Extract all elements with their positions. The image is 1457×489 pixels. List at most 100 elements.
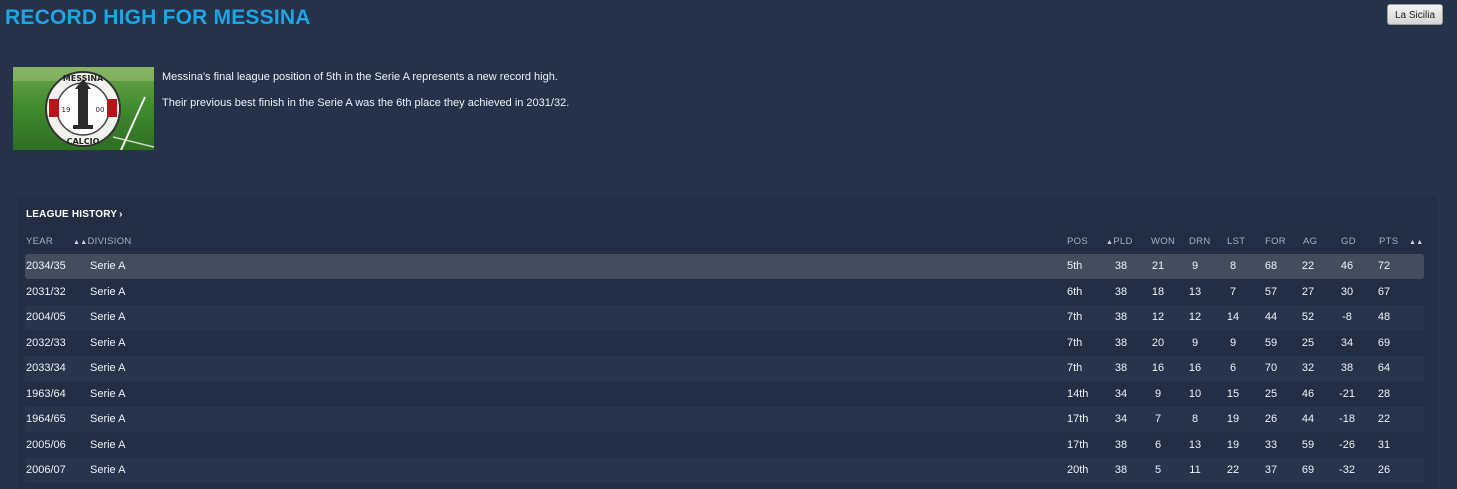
cell-year: 2034/35 [26,260,66,272]
cell-pos: 6th [1067,285,1083,298]
cell-pld: 38 [1114,311,1128,323]
cell-gd: -26 [1339,438,1355,451]
column-header-pld-label: PLD [1113,236,1133,247]
news-source-button[interactable]: La Sicilia [1387,4,1443,25]
cell-ag: 27 [1301,285,1315,298]
cell-won: 6 [1154,438,1162,451]
cell-lst: 15 [1226,387,1240,400]
cell-pos: 20th [1067,464,1089,476]
cell-year: 2004/05 [26,311,66,323]
column-header-pts[interactable]: PTS [1379,236,1398,247]
cell-pts: 64 [1377,362,1391,374]
cell-pts: 72 [1377,260,1391,272]
cell-pld: 38 [1114,438,1128,451]
cell-gd: 30 [1340,285,1354,298]
column-header-division[interactable]: ▲▲DIVISION [73,236,132,247]
cell-ag: 22 [1301,260,1315,272]
cell-pos: 17th [1067,413,1089,425]
cell-for: 37 [1264,464,1278,476]
cell-gd: -18 [1339,413,1355,425]
cell-year: 1964/65 [26,413,66,425]
cell-ag: 46 [1301,387,1315,400]
cell-pts: 48 [1377,311,1391,323]
cell-for: 59 [1264,336,1278,349]
cell-for: 25 [1264,387,1278,400]
cell-drn: 9 [1191,336,1199,349]
cell-division: Serie A [90,413,126,425]
cell-gd: 38 [1340,362,1354,374]
cell-pts: 22 [1377,413,1391,425]
cell-pld: 38 [1114,464,1128,476]
cell-pts: 67 [1377,285,1391,298]
table-row[interactable]: 2033/34 Serie A 7th 38 16 16 6 70 32 38 64 [25,356,1424,381]
logo-top-text: MESSINA [63,74,104,83]
cell-division: Serie A [90,311,126,323]
column-header-pld[interactable]: ▲PLD [1106,236,1133,247]
table-row[interactable]: 2034/35 Serie A 5th 38 21 9 8 68 22 46 72 [25,254,1424,279]
logo-year-right: 00 [96,106,105,114]
cell-pts: 26 [1377,464,1391,476]
column-header-pos[interactable]: POS [1067,236,1088,247]
cell-gd: -32 [1339,464,1355,476]
cell-gd: 46 [1340,260,1354,272]
column-header-gd[interactable]: GD [1341,236,1356,247]
table-row[interactable]: 2032/33 Serie A 7th 38 20 9 9 59 25 34 69 [25,331,1424,356]
cell-lst: 22 [1226,464,1240,476]
column-header-division-label: DIVISION [87,236,132,247]
cell-won: 7 [1154,413,1162,425]
table-row[interactable]: 2004/05 Serie A 7th 38 12 12 14 44 52 -8 48 [25,305,1424,330]
cell-lst: 19 [1226,413,1240,425]
column-options-arrows-icon[interactable]: ▲▲ [1409,236,1423,247]
cell-won: 16 [1151,362,1165,374]
cell-division: Serie A [90,336,126,349]
cell-for: 44 [1264,311,1278,323]
column-header-won[interactable]: WON [1151,236,1175,247]
cell-lst: 14 [1226,311,1240,323]
cell-ag: 52 [1301,311,1315,323]
column-header-year[interactable]: YEAR [26,236,53,247]
table-row[interactable]: 2006/07 Serie A 20th 38 5 11 22 37 69 -32 26 [25,458,1424,483]
cell-lst: 7 [1229,285,1237,298]
column-header-lst[interactable]: LST [1227,236,1245,247]
table-row[interactable]: 2031/32 Serie A 6th 38 18 13 7 57 27 30 67 [25,280,1424,305]
league-history-link[interactable]: LEAGUE HISTORY › [26,209,123,220]
table-row[interactable]: 1964/65 Serie A 17th 34 7 8 19 26 44 -18 22 [25,407,1424,432]
cell-pts: 69 [1377,336,1391,349]
cell-gd: 34 [1340,336,1354,349]
column-header-ag[interactable]: AG [1303,236,1317,247]
cell-lst: 9 [1229,336,1237,349]
cell-drn: 13 [1188,438,1202,451]
column-header-for[interactable]: FOR [1265,236,1286,247]
cell-year: 2005/06 [26,438,66,451]
cell-year: 2032/33 [26,336,66,349]
cell-won: 20 [1151,336,1165,349]
cell-for: 70 [1264,362,1278,374]
cell-drn: 16 [1188,362,1202,374]
cell-won: 21 [1151,260,1165,272]
cell-year: 1963/64 [26,387,66,400]
cell-year: 2006/07 [26,464,66,476]
table-row[interactable]: 1963/64 Serie A 14th 34 9 10 15 25 46 -21 28 [25,382,1424,407]
column-header-drn[interactable]: DRN [1189,236,1210,247]
league-history-label: LEAGUE HISTORY [26,209,118,220]
cell-pld: 38 [1114,260,1128,272]
cell-pts: 28 [1377,387,1391,400]
sort-arrows-icon: ▲▲ [73,239,88,246]
cell-pld: 38 [1114,336,1128,349]
cell-year: 2033/34 [26,362,66,374]
cell-division: Serie A [90,387,126,400]
cell-won: 9 [1154,387,1162,400]
cell-pos: 14th [1067,387,1089,400]
table-row[interactable]: 2005/06 Serie A 17th 38 6 13 19 33 59 -26 31 [25,433,1424,458]
chevron-right-icon: › [119,209,123,220]
news-line-1: Messina's final league position of 5th i… [162,71,558,83]
club-badge-icon: MESSINA CALCIO 19 00 [13,67,154,150]
cell-pos: 7th [1067,311,1083,323]
cell-pld: 38 [1114,362,1128,374]
cell-won: 12 [1151,311,1165,323]
cell-for: 68 [1264,260,1278,272]
cell-for: 33 [1264,438,1278,451]
cell-gd: -8 [1342,311,1352,323]
news-line-2: Their previous best finish in the Serie … [162,97,570,109]
cell-pld: 38 [1114,285,1128,298]
